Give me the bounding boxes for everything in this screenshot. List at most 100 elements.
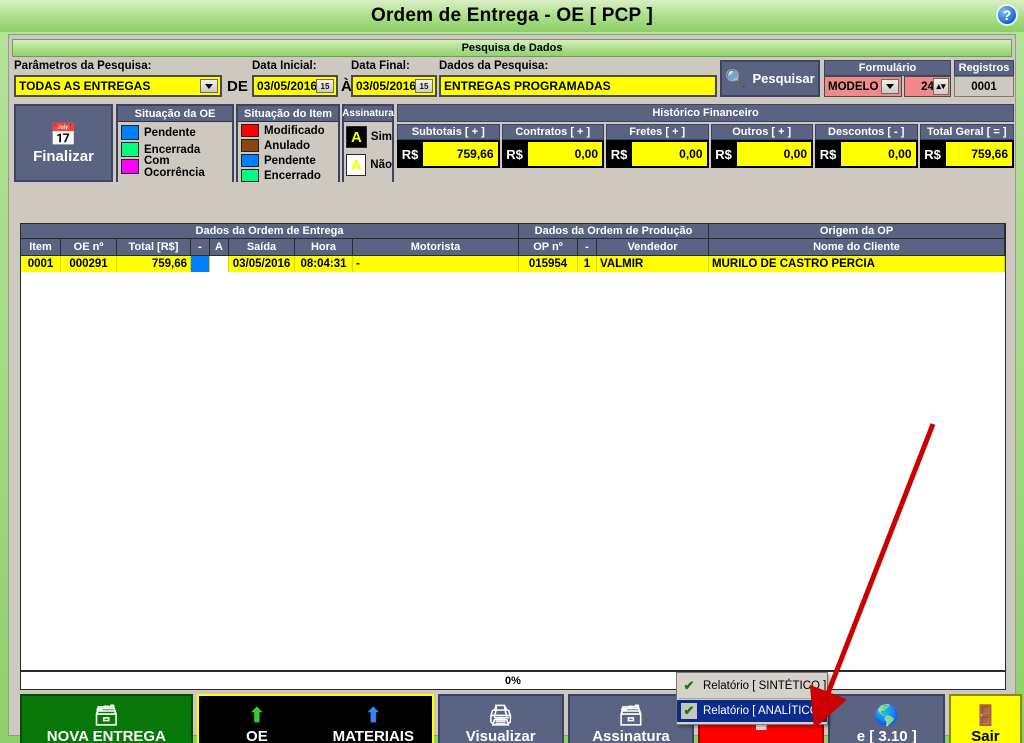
help-icon[interactable]: ? bbox=[996, 4, 1018, 26]
legend-item: Modificado bbox=[238, 123, 338, 138]
grid-header-cliente[interactable]: Nome do Cliente bbox=[709, 239, 1005, 256]
bottom-toolbar: 🗃 NOVA ENTREGA ⬆ OE ⬆ MATERIAIS 🖨 Visual… bbox=[20, 694, 1023, 743]
finalizar-button[interactable]: 📅 Finalizar bbox=[14, 104, 113, 182]
stepper-icon[interactable]: ▴▾ bbox=[933, 78, 949, 95]
versao-button[interactable]: 🌎 e [ 3.10 ] bbox=[828, 694, 945, 743]
search-section-title: Pesquisa de Dados bbox=[12, 39, 1012, 57]
grid-header-row: Item OE nº Total [R$] - A Saída Hora Mot… bbox=[21, 239, 1005, 256]
sair-button[interactable]: 🚪 Sair bbox=[948, 694, 1023, 743]
internet-explorer-icon: 🌎 bbox=[874, 704, 900, 727]
currency-symbol: R$ bbox=[816, 141, 840, 167]
date-end-input[interactable]: 03/05/2016 15 bbox=[351, 75, 437, 97]
application-window: Ordem de Entrega - OE [ PCP ] ? Pesquisa… bbox=[0, 0, 1024, 743]
database-key-icon: 🗃 bbox=[618, 704, 644, 727]
legend-label: Encerrado bbox=[264, 169, 321, 182]
legend-item: Com Ocorrência bbox=[118, 155, 232, 179]
arrow-up-blue-icon: ⬆ bbox=[364, 704, 382, 727]
status-swatch-encerrado bbox=[241, 169, 259, 182]
item-status-legend: Situação do Item Modificado Anulado Pend… bbox=[236, 104, 340, 182]
context-menu-item-sintetico[interactable]: ✔ Relatório [ SINTÉTICO ] bbox=[677, 675, 827, 697]
form-model-select[interactable]: MODELO 1 bbox=[824, 76, 902, 97]
financial-column: Descontos [ - ] R$ 0,00 bbox=[815, 124, 918, 168]
database-add-icon: 🗃 bbox=[93, 704, 120, 727]
status-swatch-ocorrencia bbox=[121, 159, 139, 174]
grid-header-vendedor[interactable]: Vendedor bbox=[597, 239, 709, 256]
search-data-value: ENTREGAS PROGRAMADAS bbox=[444, 79, 611, 93]
calendar-icon[interactable]: 15 bbox=[316, 79, 334, 93]
financial-column-label: Fretes [ + ] bbox=[606, 124, 709, 140]
chevron-down-icon[interactable] bbox=[881, 79, 899, 94]
financial-column-value: 759,66 bbox=[944, 141, 1014, 167]
check-icon: ✔ bbox=[681, 703, 697, 719]
visualizar-button[interactable]: 🖨 Visualizar bbox=[437, 694, 564, 743]
legend-label: Anulado bbox=[264, 139, 310, 152]
legend-label: Com Ocorrência bbox=[144, 154, 205, 179]
grid-header-motorista[interactable]: Motorista bbox=[353, 239, 519, 256]
status-swatch-anulado bbox=[241, 139, 259, 152]
context-menu-item-analitico[interactable]: ✔ Relatório [ ANALÍTICO ] bbox=[677, 700, 827, 722]
grid-group-delivery: Dados da Ordem de Entrega bbox=[21, 224, 519, 239]
grid-header-total[interactable]: Total [R$] bbox=[117, 239, 191, 256]
grid-group-header-row: Dados da Ordem de Entrega Dados da Ordem… bbox=[21, 224, 1005, 239]
signature-title: Assinatura bbox=[342, 106, 394, 122]
search-data-input[interactable]: ENTREGAS PROGRAMADAS bbox=[439, 75, 717, 97]
legend-label: Pendente bbox=[264, 154, 316, 167]
materiais-button[interactable]: ⬆ MATERIAIS bbox=[315, 696, 432, 743]
nova-entrega-button[interactable]: 🗃 NOVA ENTREGA bbox=[20, 694, 193, 743]
currency-symbol: R$ bbox=[502, 141, 527, 167]
grid-header-op-seq[interactable]: - bbox=[578, 239, 597, 256]
legend-item: Anulado bbox=[238, 138, 338, 153]
date-end-value: 03/05/2016 bbox=[356, 79, 417, 93]
report-context-menu[interactable]: ✔ Relatório [ SINTÉTICO ] ✔ Relatório [ … bbox=[676, 672, 828, 725]
grid-header-status[interactable]: - bbox=[191, 239, 210, 256]
item-status-title: Situação do Item bbox=[238, 106, 338, 122]
currency-symbol: R$ bbox=[920, 141, 945, 167]
financial-column-value: 0,00 bbox=[735, 141, 812, 167]
financial-history-panel: Histórico Financeiro Subtotais [ + ] R$ … bbox=[397, 104, 1015, 182]
oe-status-legend: Situação da OE Pendente Encerrada Com Oc… bbox=[116, 104, 234, 182]
calendar-icon[interactable]: 15 bbox=[415, 79, 433, 93]
progress-bar: 0% bbox=[20, 671, 1006, 690]
cell-cliente: MURILO DE CASTRO PERCIA bbox=[709, 256, 1005, 272]
financial-column-label: Subtotais [ + ] bbox=[397, 124, 500, 140]
chevron-down-icon[interactable] bbox=[200, 79, 218, 93]
data-grid[interactable]: Dados da Ordem de Entrega Dados da Ordem… bbox=[20, 223, 1006, 671]
cell-hora: 08:04:31 bbox=[295, 256, 353, 272]
nova-entrega-label: NOVA ENTREGA bbox=[46, 727, 166, 743]
date-start-input[interactable]: 03/05/2016 15 bbox=[252, 75, 338, 97]
oe-button[interactable]: ⬆ OE bbox=[198, 696, 316, 743]
financial-column: Contratos [ + ] R$ 0,00 bbox=[501, 124, 604, 168]
financial-column: Subtotais [ + ] R$ 759,66 bbox=[397, 124, 500, 168]
financial-column-value: 759,66 bbox=[422, 141, 499, 167]
grid-header-hora[interactable]: Hora bbox=[295, 239, 353, 256]
financial-column-label: Descontos [ - ] bbox=[815, 124, 918, 140]
sair-label: Sair bbox=[971, 727, 1000, 743]
form-number-stepper[interactable]: 24 ▴▾ bbox=[904, 76, 951, 97]
signature-yes-label: Sim bbox=[370, 131, 392, 143]
params-select[interactable]: TODAS AS ENTREGAS bbox=[14, 75, 222, 97]
params-label: Parâmetros da Pesquisa: bbox=[14, 60, 152, 72]
records-title: Registros bbox=[954, 60, 1014, 76]
context-menu-label: Relatório [ ANALÍTICO ] bbox=[703, 705, 826, 717]
grid-header-signature[interactable]: A bbox=[210, 239, 229, 256]
grid-header-saida[interactable]: Saída bbox=[229, 239, 295, 256]
legend-item: Pendente bbox=[238, 153, 338, 168]
date-end-label: Data Final: bbox=[351, 60, 410, 72]
legend-item: Pendente bbox=[118, 124, 232, 141]
assinatura-label: Assinatura bbox=[592, 727, 670, 743]
exit-door-icon: 🚪 bbox=[973, 704, 998, 727]
currency-symbol: R$ bbox=[398, 141, 422, 167]
cell-total: 759,66 bbox=[117, 256, 191, 272]
status-swatch-pendente bbox=[241, 154, 259, 167]
finalizar-label: Finalizar bbox=[33, 147, 94, 165]
grid-header-item[interactable]: Item bbox=[21, 239, 61, 256]
grid-header-oe-num[interactable]: OE nº bbox=[61, 239, 117, 256]
search-button[interactable]: 🔍 Pesquisar bbox=[720, 60, 820, 97]
oe-status-title: Situação da OE bbox=[118, 106, 232, 122]
cell-oe-num: 000291 bbox=[61, 256, 117, 272]
signature-no-label: Não bbox=[370, 159, 392, 171]
grid-header-op-num[interactable]: OP nº bbox=[519, 239, 578, 256]
form-model-value: MODELO 1 bbox=[828, 80, 889, 93]
status-swatch-pendente bbox=[121, 125, 139, 140]
table-row[interactable]: 0001 000291 759,66 03/05/2016 08:04:31 -… bbox=[21, 256, 1005, 272]
